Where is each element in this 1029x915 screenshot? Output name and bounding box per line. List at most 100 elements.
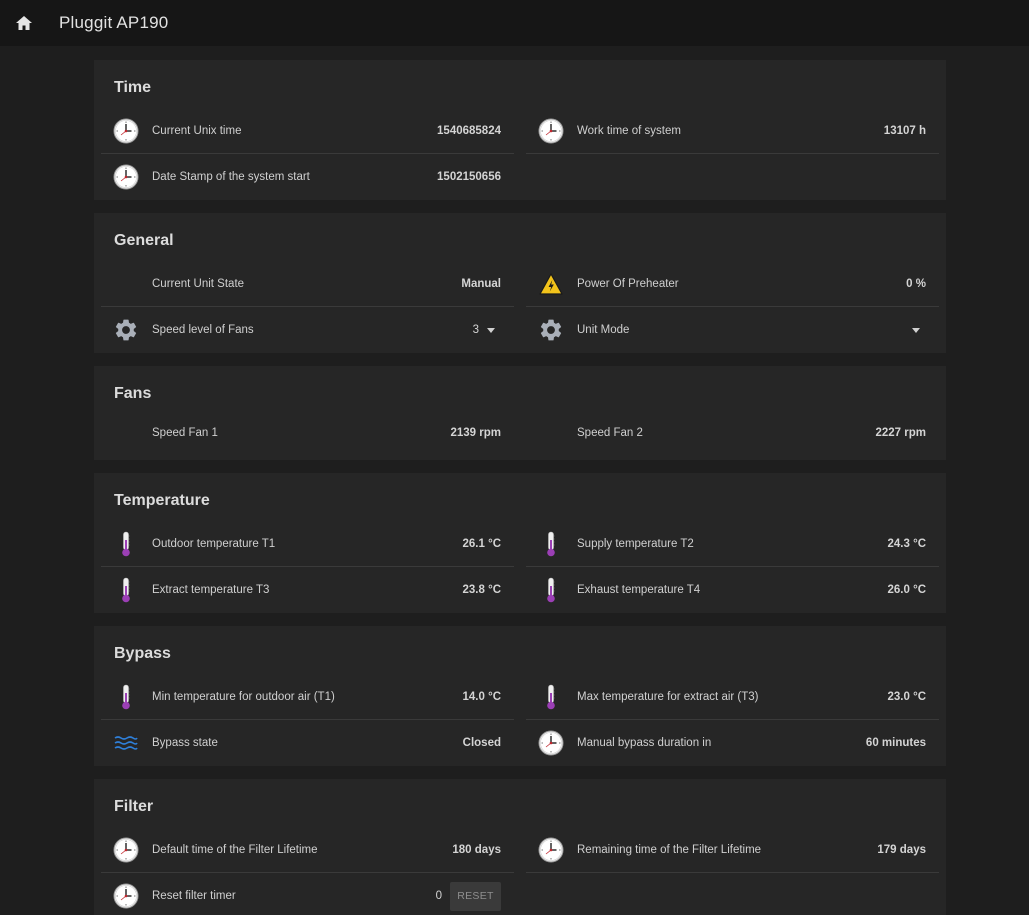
chevron-down-icon bbox=[912, 327, 920, 333]
bypass-max-row[interactable]: Max temperature for extract air (T3) 23.… bbox=[526, 674, 939, 720]
fan-speed-selected-value: 3 bbox=[472, 324, 479, 336]
thermometer-icon bbox=[538, 531, 564, 557]
current-unix-time-row[interactable]: Current Unix time 1540685824 bbox=[101, 108, 514, 154]
card-title-time: Time bbox=[114, 79, 152, 96]
filter-default-label: Default time of the Filter Lifetime bbox=[152, 843, 318, 856]
filter-reset-row: Reset filter timer 0 RESET bbox=[101, 873, 514, 915]
t1-value: 26.1 °C bbox=[462, 537, 501, 550]
chevron-down-icon bbox=[487, 327, 495, 333]
unit-state-row[interactable]: Current Unit State Manual bbox=[101, 261, 514, 307]
unit-state-value: Manual bbox=[461, 277, 501, 290]
filter-remaining-label: Remaining time of the Filter Lifetime bbox=[577, 843, 762, 856]
fan-speed-select[interactable]: 3 bbox=[473, 324, 514, 336]
gear-icon bbox=[113, 317, 139, 343]
bypass-duration-row[interactable]: Manual bypass duration in 60 minutes bbox=[526, 720, 939, 766]
thermometer-icon bbox=[113, 577, 139, 603]
warning-icon bbox=[538, 271, 564, 297]
card-title-bypass: Bypass bbox=[114, 645, 171, 662]
filter-default-value: 180 days bbox=[452, 843, 501, 856]
date-stamp-value: 1502150656 bbox=[437, 171, 501, 183]
t2-row[interactable]: Supply temperature T2 24.3 °C bbox=[526, 521, 939, 567]
home-icon bbox=[16, 16, 32, 30]
time-card: Time Current Unix time 1540685824 Work t… bbox=[94, 60, 946, 200]
fan-speed-label: Speed level of Fans bbox=[152, 324, 254, 336]
blank-icon bbox=[538, 420, 564, 446]
card-title-general: General bbox=[114, 232, 174, 249]
work-time-value: 13107 h bbox=[883, 124, 926, 137]
clock-icon bbox=[538, 837, 564, 863]
main-content: Time Current Unix time 1540685824 Work t… bbox=[94, 60, 946, 915]
blank-icon bbox=[113, 420, 139, 446]
thermometer-icon bbox=[113, 684, 139, 710]
t4-label: Exhaust temperature T4 bbox=[577, 584, 701, 596]
t1-label: Outdoor temperature T1 bbox=[152, 537, 276, 550]
clock-icon bbox=[113, 118, 139, 144]
bypass-min-value: 14.0 °C bbox=[462, 690, 501, 703]
reset-button[interactable]: RESET bbox=[450, 881, 501, 911]
clock-icon bbox=[538, 730, 564, 756]
thermometer-icon bbox=[538, 684, 564, 710]
work-time-label: Work time of system bbox=[577, 124, 681, 137]
bypass-min-row[interactable]: Min temperature for outdoor air (T1) 14.… bbox=[101, 674, 514, 720]
unit-state-label: Current Unit State bbox=[152, 277, 245, 290]
t2-value: 24.3 °C bbox=[887, 537, 926, 550]
thermometer-icon bbox=[538, 577, 564, 603]
bypass-duration-value: 60 minutes bbox=[865, 737, 926, 749]
waves-icon bbox=[113, 730, 139, 756]
fan1-value: 2139 rpm bbox=[450, 427, 501, 439]
bypass-min-label: Min temperature for outdoor air (T1) bbox=[152, 690, 335, 703]
work-time-row[interactable]: Work time of system 13107 h bbox=[526, 108, 939, 154]
t4-value: 26.0 °C bbox=[887, 584, 926, 596]
filter-remaining-value: 179 days bbox=[877, 843, 926, 856]
t3-row[interactable]: Extract temperature T3 23.8 °C bbox=[101, 567, 514, 613]
general-card: General Current Unit State Manual Power … bbox=[94, 213, 946, 353]
gear-icon bbox=[538, 317, 564, 343]
t4-row[interactable]: Exhaust temperature T4 26.0 °C bbox=[526, 567, 939, 613]
t2-label: Supply temperature T2 bbox=[577, 537, 694, 550]
blank-icon bbox=[113, 271, 139, 297]
bypass-duration-label: Manual bypass duration in bbox=[577, 737, 712, 749]
filter-reset-value: 0 bbox=[435, 890, 442, 902]
t3-label: Extract temperature T3 bbox=[152, 584, 270, 596]
fan2-row[interactable]: Speed Fan 2 2227 rpm bbox=[526, 414, 939, 452]
t3-value: 23.8 °C bbox=[462, 584, 501, 596]
bypass-card: Bypass Min temperature for outdoor air (… bbox=[94, 626, 946, 766]
empty-cell bbox=[526, 154, 939, 200]
clock-icon bbox=[113, 837, 139, 863]
t1-row[interactable]: Outdoor temperature T1 26.1 °C bbox=[101, 521, 514, 567]
app-title: Pluggit AP190 bbox=[59, 13, 169, 32]
fan1-row[interactable]: Speed Fan 1 2139 rpm bbox=[101, 414, 514, 452]
filter-remaining-row[interactable]: Remaining time of the Filter Lifetime 17… bbox=[526, 827, 939, 873]
clock-icon bbox=[538, 118, 564, 144]
date-stamp-label: Date Stamp of the system start bbox=[152, 171, 310, 183]
date-stamp-row[interactable]: Date Stamp of the system start 150215065… bbox=[101, 154, 514, 200]
card-title-temperature: Temperature bbox=[114, 492, 210, 509]
clock-icon bbox=[113, 164, 139, 190]
preheater-value: 0 % bbox=[906, 277, 926, 290]
bypass-state-value: Closed bbox=[462, 737, 501, 749]
fan-speed-row: Speed level of Fans 3 bbox=[101, 307, 514, 353]
unit-mode-select[interactable] bbox=[904, 327, 939, 333]
temperature-card: Temperature Outdoor temperature T1 26.1 … bbox=[94, 473, 946, 613]
preheater-label: Power Of Preheater bbox=[577, 277, 679, 290]
empty-cell bbox=[526, 873, 939, 915]
fan2-label: Speed Fan 2 bbox=[577, 427, 643, 439]
current-unix-time-label: Current Unix time bbox=[152, 124, 242, 137]
filter-card: Filter Default time of the Filter Lifeti… bbox=[94, 779, 946, 915]
top-bar: Pluggit AP190 bbox=[0, 0, 1029, 46]
unit-mode-row: Unit Mode bbox=[526, 307, 939, 353]
fan2-value: 2227 rpm bbox=[875, 427, 926, 439]
fans-card: Fans Speed Fan 1 2139 rpm Speed Fan 2 22… bbox=[94, 366, 946, 460]
bypass-max-value: 23.0 °C bbox=[887, 690, 926, 703]
bypass-state-row[interactable]: Bypass state Closed bbox=[101, 720, 514, 766]
filter-default-row[interactable]: Default time of the Filter Lifetime 180 … bbox=[101, 827, 514, 873]
thermometer-icon bbox=[113, 531, 139, 557]
unit-mode-label: Unit Mode bbox=[577, 324, 630, 336]
preheater-row[interactable]: Power Of Preheater 0 % bbox=[526, 261, 939, 307]
clock-icon bbox=[113, 883, 139, 909]
bypass-max-label: Max temperature for extract air (T3) bbox=[577, 690, 759, 703]
card-title-filter: Filter bbox=[114, 798, 154, 815]
card-title-fans: Fans bbox=[114, 385, 152, 402]
bypass-state-label: Bypass state bbox=[152, 737, 218, 749]
home-button[interactable] bbox=[1, 2, 47, 44]
